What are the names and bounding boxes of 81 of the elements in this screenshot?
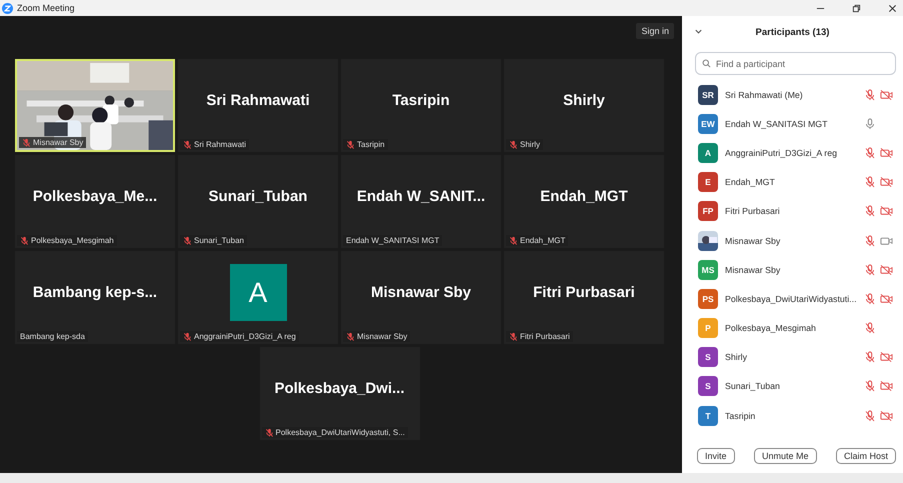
- app-logo-icon: [2, 2, 13, 14]
- mic-off-icon[interactable]: [864, 264, 876, 276]
- participant-name[interactable]: Endah_MGT: [725, 177, 857, 188]
- participant-name[interactable]: Polkesbaya_DwiUtariWidyastuti...: [725, 294, 857, 304]
- mic-off-icon[interactable]: [864, 88, 876, 101]
- avatar: E: [698, 172, 718, 192]
- participant-name[interactable]: Fitri Purbasari: [725, 206, 857, 216]
- avatar: A: [230, 264, 286, 321]
- search-field[interactable]: Find a participant: [695, 52, 896, 75]
- chevron-down-icon[interactable]: [694, 27, 703, 36]
- mic-off-icon[interactable]: [864, 322, 876, 334]
- participant-name[interactable]: Misnawar Sby: [725, 264, 857, 275]
- participant-name: Polkesbaya_Me...: [32, 188, 158, 205]
- avatar: PS: [698, 288, 718, 309]
- name-label: Sri Rahmawati: [180, 139, 250, 150]
- participant-name[interactable]: Misnawar Sby: [725, 236, 857, 246]
- video-off-icon[interactable]: [880, 351, 893, 364]
- panel-button[interactable]: Invite: [697, 448, 735, 464]
- name-label: Polkesbaya_Mesgimah: [17, 235, 117, 246]
- mic-off-icon[interactable]: [864, 146, 876, 159]
- name-label: Sunari_Tuban: [180, 235, 247, 246]
- video-off-icon[interactable]: [880, 410, 893, 422]
- mic-off-icon[interactable]: [864, 234, 876, 247]
- mic-off-icon[interactable]: [864, 292, 876, 305]
- participant-name: Fitri Purbasari: [533, 284, 635, 301]
- name-label: Tasripin: [343, 139, 388, 150]
- participant-name: Shirly: [563, 92, 605, 109]
- name-label: Fitri Purbasari: [506, 331, 573, 342]
- panel-button[interactable]: Unmute Me: [754, 448, 817, 464]
- mic-off-icon[interactable]: [864, 351, 876, 364]
- participant-name[interactable]: Endah W_SANITASI MGT: [725, 118, 857, 129]
- mic-off-icon[interactable]: [864, 205, 876, 218]
- close-icon[interactable]: [888, 4, 897, 12]
- participant-name[interactable]: AnggrainiPutri_D3Gizi_A reg: [725, 148, 857, 158]
- participant-name[interactable]: Sunari_Tuban: [725, 381, 857, 392]
- video-off-icon[interactable]: [880, 146, 893, 159]
- window-title: Zoom Meeting: [17, 3, 75, 13]
- name-label: Misnawar Sby: [19, 137, 86, 148]
- avatar: EW: [698, 114, 718, 134]
- panel-button[interactable]: Claim Host: [836, 448, 896, 464]
- participant-name[interactable]: Sri Rahmawati (Me): [725, 90, 857, 100]
- avatar: T: [698, 406, 718, 426]
- participant-name: Polkesbaya_Dwi...: [274, 380, 405, 397]
- video-off-icon[interactable]: [880, 292, 893, 305]
- name-label: Bambang kep-sda: [17, 331, 88, 342]
- video-off-icon[interactable]: [880, 88, 893, 101]
- video-off-icon[interactable]: [880, 176, 893, 188]
- name-label: Polkesbaya_DwiUtariWidyastuti, S...: [262, 427, 408, 438]
- avatar: S: [698, 347, 718, 368]
- avatar: FP: [698, 201, 718, 222]
- restore-icon[interactable]: [852, 4, 861, 12]
- participant-name: Sri Rahmawati: [206, 92, 310, 109]
- name-label: Endah W_SANITASI MGT: [343, 235, 442, 246]
- mic-off-icon[interactable]: [864, 410, 876, 422]
- mic-icon[interactable]: [864, 118, 876, 130]
- participant-name: Endah W_SANIT...: [356, 188, 486, 205]
- participant-name[interactable]: Polkesbaya_Mesgimah: [725, 323, 857, 334]
- name-label: AnggrainiPutri_D3Gizi_A reg: [180, 331, 299, 342]
- avatar: A: [698, 142, 718, 163]
- panel-title: Participants (13): [756, 26, 830, 38]
- name-label: Misnawar Sby: [343, 331, 410, 342]
- name-label: Endah_MGT: [506, 235, 568, 246]
- avatar: S: [698, 376, 718, 396]
- search-icon: [702, 59, 711, 68]
- participant-name: Bambang kep-s...: [32, 284, 158, 301]
- participant-name: Sunari_Tuban: [208, 188, 308, 205]
- avatar: P: [698, 318, 718, 338]
- video-off-icon[interactable]: [880, 205, 893, 218]
- mic-off-icon[interactable]: [864, 380, 876, 392]
- video-off-icon[interactable]: [880, 380, 893, 392]
- participant-name[interactable]: Shirly: [725, 352, 857, 362]
- video-off-icon[interactable]: [880, 264, 893, 276]
- participant-name: Endah_MGT: [540, 188, 628, 205]
- participant-name[interactable]: Tasripin: [725, 410, 857, 421]
- name-label: Shirly: [506, 139, 544, 150]
- avatar: MS: [698, 260, 718, 280]
- mic-off-icon[interactable]: [864, 176, 876, 188]
- participant-name: Tasripin: [392, 92, 450, 109]
- avatar: SR: [698, 84, 718, 105]
- participant-name: Misnawar Sby: [370, 284, 472, 301]
- sign-in-button[interactable]: Sign in: [636, 22, 674, 38]
